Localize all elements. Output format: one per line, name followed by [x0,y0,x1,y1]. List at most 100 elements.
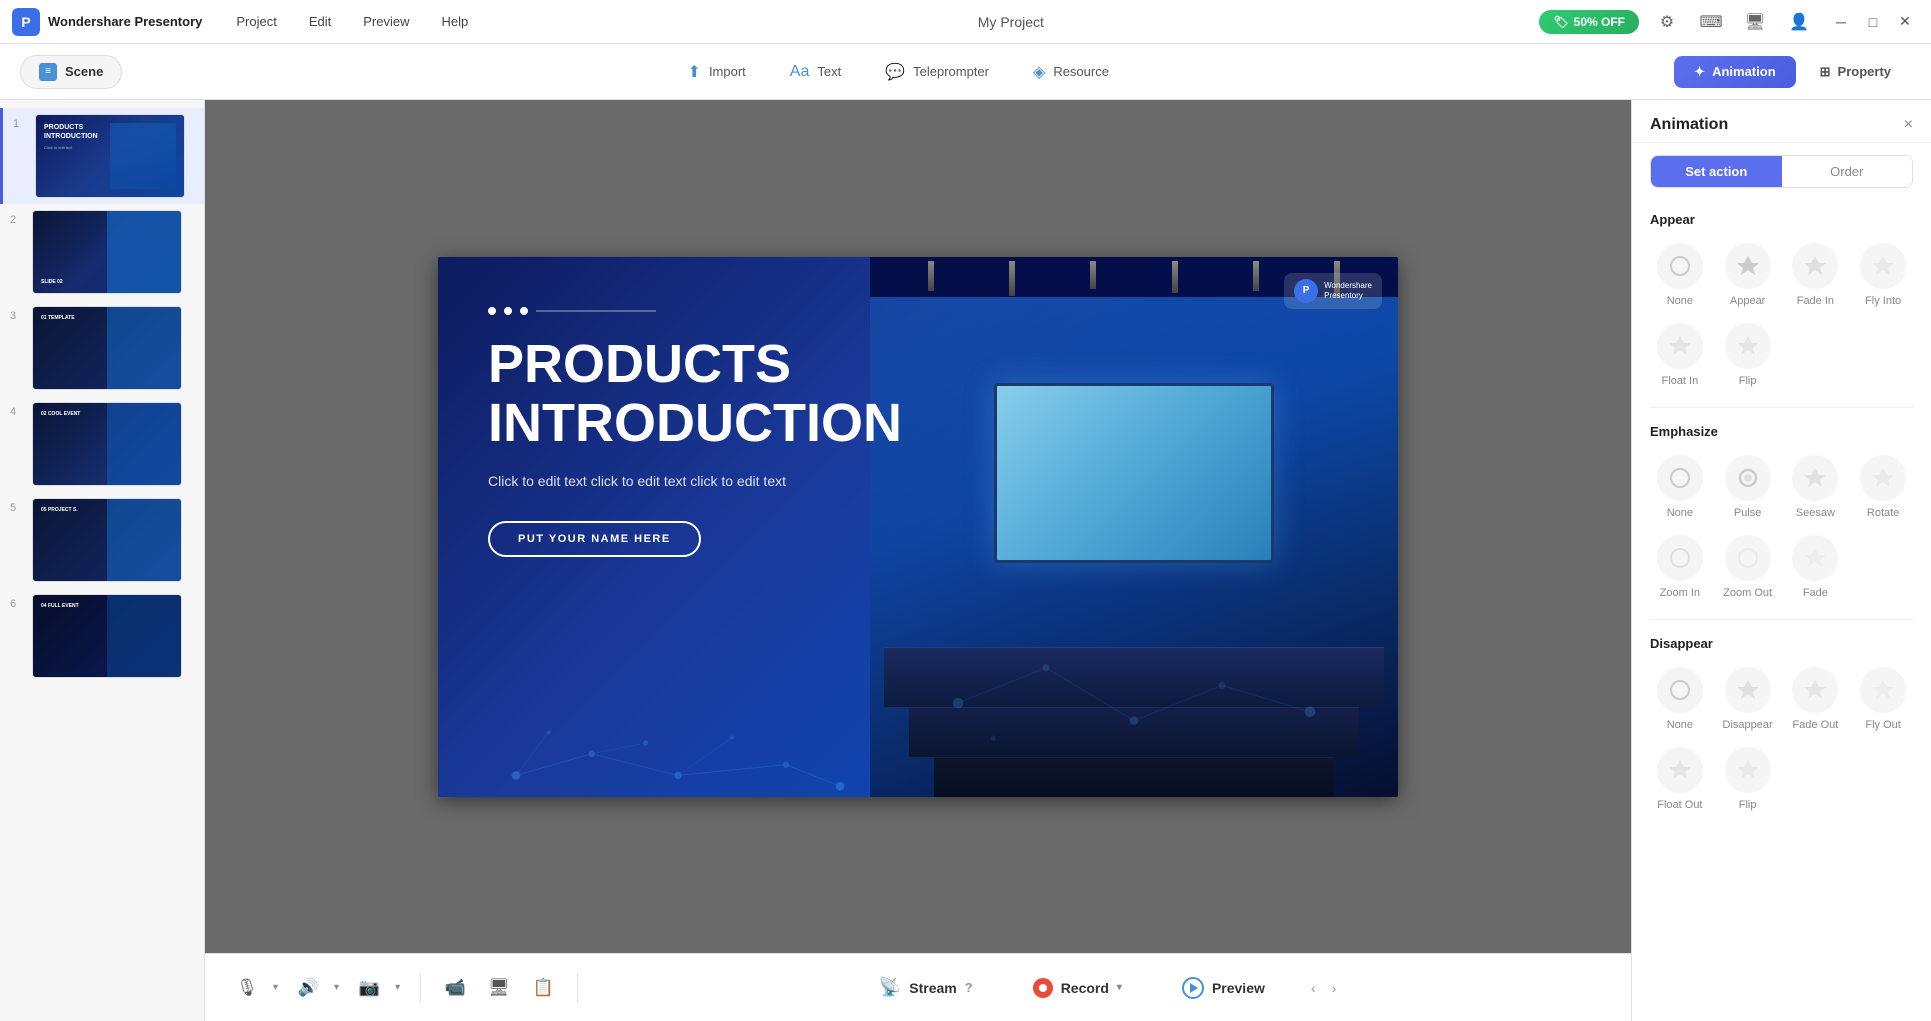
canvas-wrapper[interactable]: PRODUCTS INTRODUCTION Click to edit text… [205,100,1631,953]
tab-text[interactable]: Aa Text [770,54,861,90]
appear-fadein[interactable]: Fade In [1786,239,1846,311]
mic-dropdown-arrow[interactable]: ▾ [269,978,282,997]
speaker-button[interactable]: 🔊 [290,970,326,1006]
emphasize-none-icon [1657,455,1703,501]
slide-num-3: 3 [10,310,24,322]
nav-arrow-left[interactable]: ‹ [1305,976,1322,1000]
slide-item-6[interactable]: 6 04 FULL EVENT [0,588,204,684]
text-icon: Aa [790,63,810,81]
teleprompter-label: Teleprompter [913,64,989,79]
anim-divider-1 [1650,407,1913,408]
appear-none[interactable]: None [1650,239,1710,311]
tab-property[interactable]: ⊞ Property [1800,56,1911,88]
disappear-fadeout-label: Fade Out [1792,719,1838,731]
nav-arrow-right[interactable]: › [1326,976,1343,1000]
camera-dropdown-arrow[interactable]: ▾ [391,978,404,997]
mic-button[interactable]: 🎙 [229,970,265,1006]
minimize-button[interactable]: ─ [1827,8,1855,36]
appear-floatin[interactable]: Float In [1650,319,1710,391]
slide-thumb-1: PRODUCTSINTRODUCTION Click to edit text [35,114,185,198]
scene-icon: ≡ [39,63,57,81]
emphasize-seesaw[interactable]: Seesaw [1786,451,1846,523]
tab-animation[interactable]: ✦ Animation [1674,56,1795,88]
settings-icon-btn[interactable]: ⚙ [1651,6,1683,38]
slide-num-1: 1 [13,118,27,130]
slide-title[interactable]: PRODUCTS INTRODUCTION [488,335,868,454]
promo-icon: 🏷 [1553,15,1568,29]
maximize-button[interactable]: □ [1859,8,1887,36]
video-btn-3[interactable]: 📋 [525,970,561,1006]
slide-item-1[interactable]: 1 PRODUCTSINTRODUCTION Click to edit tex… [0,108,204,204]
disappear-flyout[interactable]: Fly Out [1853,663,1913,735]
emphasize-zoomin[interactable]: Zoom In [1650,531,1710,603]
preview-circle-icon [1182,977,1204,999]
promo-label: 50% OFF [1574,15,1625,29]
panel-close-button[interactable]: × [1904,116,1913,134]
menu-project[interactable]: Project [222,10,290,33]
emphasize-fade[interactable]: Fade [1786,531,1846,603]
slide-thumb-6: 04 FULL EVENT [32,594,182,678]
appear-appear[interactable]: Appear [1718,239,1778,311]
slide-item-3[interactable]: 3 01 TEMPLATE [0,300,204,396]
camera-button[interactable]: 📷 [351,970,387,1006]
emphasize-zoomout-label: Zoom Out [1723,587,1772,599]
slide-item-5[interactable]: 5 05 PROJECT S. [0,492,204,588]
video-btn-1[interactable]: 📹 [437,970,473,1006]
slide-item-2[interactable]: 2 SLIDE 02 [0,204,204,300]
video-btn-2[interactable]: 🖥 [481,970,517,1006]
disappear-grid: None Disappear Fade Out [1650,663,1913,815]
speaker-dropdown-arrow[interactable]: ▾ [330,978,343,997]
appear-flyinto[interactable]: Fly Into [1853,239,1913,311]
record-dropdown-arrow[interactable]: ▾ [1117,982,1122,993]
toolbar-divider-2 [577,973,578,1003]
emphasize-fade-label: Fade [1803,587,1828,599]
scene-button[interactable]: ≡ Scene [20,55,122,89]
appear-fadein-label: Fade In [1797,295,1834,307]
disappear-none[interactable]: None [1650,663,1710,735]
stream-button[interactable]: 📡 Stream ? [859,969,993,1006]
keyboard-icon-btn[interactable]: ⌨ [1695,6,1727,38]
window-controls: ─ □ ✕ [1827,8,1919,36]
close-button[interactable]: ✕ [1891,8,1919,36]
account-icon-btn[interactable]: 👤 [1783,6,1815,38]
stream-icon: 📡 [879,977,901,998]
tab-import[interactable]: ⬆ Import [668,54,766,90]
stream-help-icon[interactable]: ? [965,980,973,995]
property-label: Property [1838,64,1891,79]
disappear-flip-icon [1725,747,1771,793]
emphasize-zoomout[interactable]: Zoom Out [1718,531,1778,603]
preview-button[interactable]: Preview [1162,969,1285,1007]
emphasize-rotate[interactable]: Rotate [1853,451,1913,523]
tab-resource[interactable]: ◈ Resource [1013,54,1129,90]
tab-set-action[interactable]: Set action [1651,156,1782,187]
disappear-fadeout[interactable]: Fade Out [1786,663,1846,735]
record-button[interactable]: Record ▾ [1013,970,1142,1006]
slide-logo: P Wondershare Presentory [1284,273,1382,309]
disappear-disappear-label: Disappear [1723,719,1773,731]
slide-canvas[interactable]: PRODUCTS INTRODUCTION Click to edit text… [438,257,1398,797]
tab-teleprompter[interactable]: 💬 Teleprompter [865,54,1009,90]
slide-item-4[interactable]: 4 02 COOL EVENT [0,396,204,492]
emphasize-pulse[interactable]: Pulse [1718,451,1778,523]
emphasize-pulse-label: Pulse [1734,507,1762,519]
app-logo: P Wondershare Presentory [12,8,202,36]
disappear-disappear[interactable]: Disappear [1718,663,1778,735]
dot-2 [504,307,512,315]
tab-order[interactable]: Order [1782,156,1913,187]
menu-preview[interactable]: Preview [349,10,423,33]
disappear-flip[interactable]: Flip [1718,743,1778,815]
app-logo-icon: P [12,8,40,36]
appear-flip[interactable]: Flip [1718,319,1778,391]
promo-button[interactable]: 🏷 50% OFF [1539,10,1639,34]
menu-help[interactable]: Help [428,10,483,33]
menu-edit[interactable]: Edit [295,10,345,33]
emphasize-grid: None Pulse Seesaw [1650,451,1913,603]
emphasize-none[interactable]: None [1650,451,1710,523]
emphasize-rotate-label: Rotate [1867,507,1899,519]
appear-none-icon [1657,243,1703,289]
slide-header-dots [488,307,1348,315]
slide-progress-line [536,310,656,312]
disappear-floatout[interactable]: Float Out [1650,743,1710,815]
right-panel-tabs: ✦ Animation ⊞ Property [1674,56,1911,88]
screen-icon-btn[interactable]: 🖥 [1739,6,1771,38]
